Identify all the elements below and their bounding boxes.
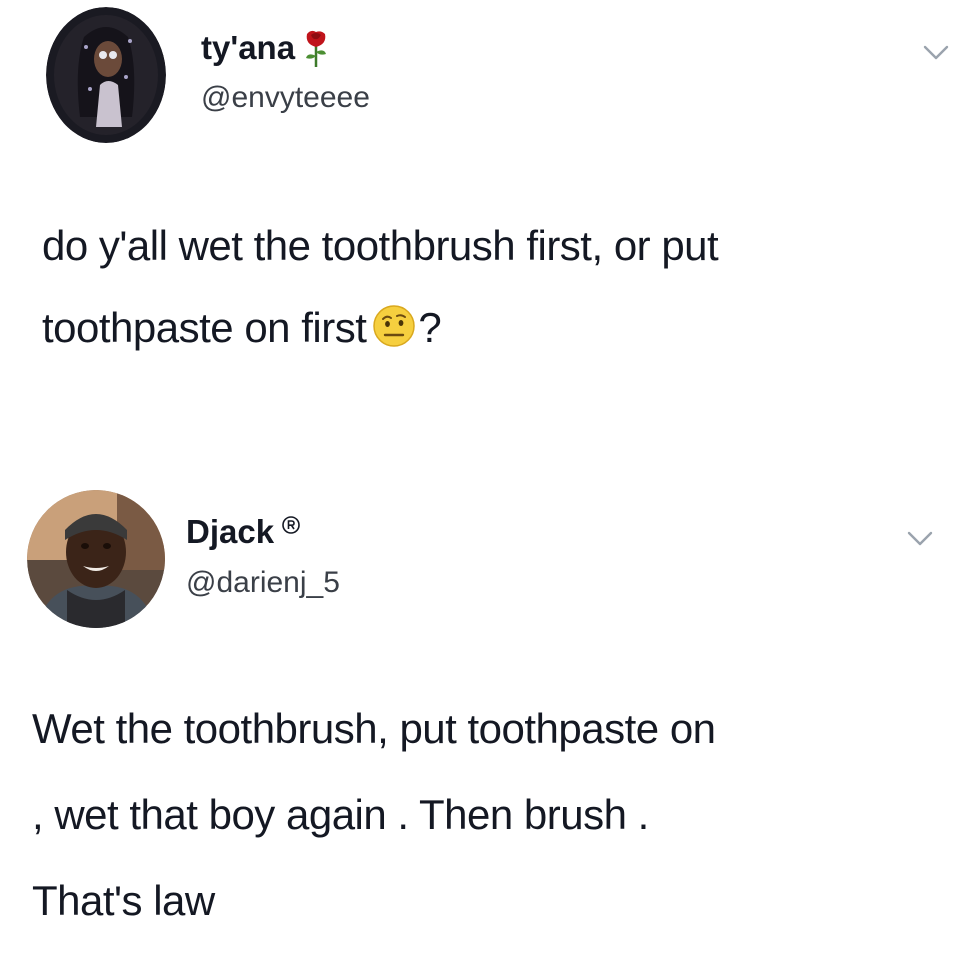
avatar-image (27, 490, 165, 628)
raised-eyebrow-emoji-icon (372, 304, 416, 348)
display-name-text: ty'ana (201, 29, 296, 66)
chevron-down-icon[interactable] (922, 44, 950, 62)
display-name[interactable]: ty'ana (201, 28, 329, 68)
tweet: Djack @darienj_5 Wet the toothbrush, put… (0, 480, 977, 953)
tweet-text: Wet the toothbrush, put toothpaste on , … (32, 686, 952, 944)
display-name-text: Djack (186, 513, 275, 550)
tweet-text-line-with-emoji: toothpaste on first ? (42, 287, 952, 369)
tweet-text-line: Wet the toothbrush, put toothpaste on (32, 705, 716, 752)
tweet-text-trailing: ? (418, 304, 442, 351)
rose-icon (303, 28, 329, 68)
handle[interactable]: @darienj_5 (186, 565, 340, 601)
tweet-text-line: That's law (32, 877, 215, 924)
tweet-text: do y'all wet the toothbrush first, or pu… (42, 205, 952, 369)
registered-icon (282, 516, 300, 534)
avatar[interactable] (27, 490, 165, 628)
display-name[interactable]: Djack (186, 512, 300, 552)
handle[interactable]: @envyteeee (201, 80, 370, 116)
avatar-image (46, 7, 166, 143)
avatar[interactable] (46, 7, 166, 143)
tweet-text-line: , wet that boy again . Then brush . (32, 791, 649, 838)
tweet-text-line: do y'all wet the toothbrush first, or pu… (42, 222, 719, 269)
tweet-text-line: toothpaste on first (42, 304, 367, 351)
chevron-down-icon[interactable] (906, 530, 934, 548)
tweet: ty'ana @envyteeee do y'all wet the tooth… (0, 0, 977, 460)
